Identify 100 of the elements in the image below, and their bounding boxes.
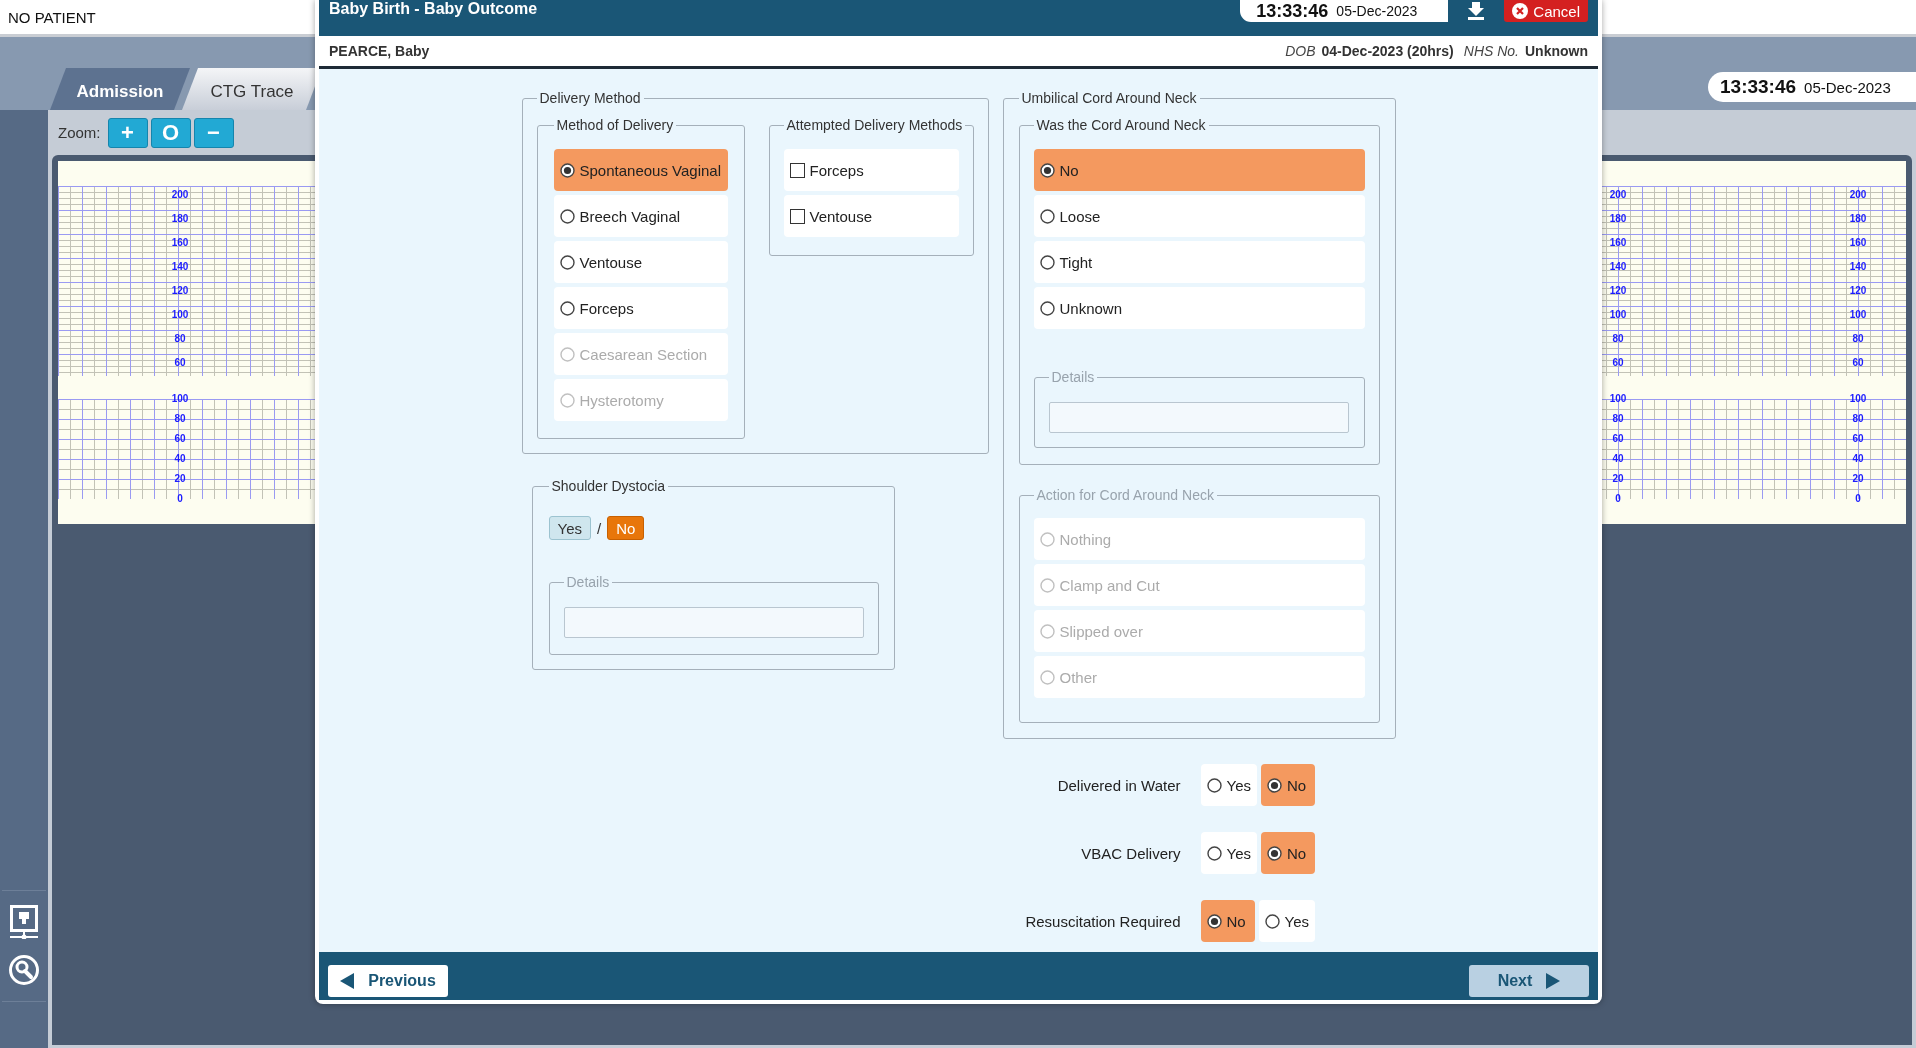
nhs-label: NHS No. xyxy=(1463,43,1519,59)
axis-label: 140 xyxy=(1608,260,1628,274)
radio-option[interactable]: No xyxy=(1261,764,1315,806)
axis-label: 60 xyxy=(1611,432,1625,446)
radio-option[interactable]: Forceps xyxy=(553,287,728,329)
radio-option[interactable]: No xyxy=(1200,900,1255,942)
axis-label: 20 xyxy=(173,472,187,486)
patient-status: NO PATIENT xyxy=(8,8,96,26)
axis-label: 100 xyxy=(1848,392,1868,406)
group-title: Was the Cord Around Neck xyxy=(1035,117,1207,134)
radio-icon xyxy=(559,162,575,178)
axis-label: 0 xyxy=(1614,492,1622,506)
axis-label: 20 xyxy=(1611,472,1625,486)
axis-label: 120 xyxy=(1848,284,1868,298)
axis-label: 80 xyxy=(1851,332,1865,346)
checkbox-option[interactable]: Forceps xyxy=(783,149,959,191)
axis-label: 20 xyxy=(1851,472,1865,486)
close-icon xyxy=(1512,3,1529,19)
clock-date: 05-Dec-2023 xyxy=(1804,78,1891,96)
radio-option[interactable]: No xyxy=(1261,832,1315,874)
radio-icon xyxy=(1206,845,1222,861)
previous-button[interactable]: Previous xyxy=(328,965,448,997)
axis-label: 180 xyxy=(170,212,190,226)
zoom-label: Zoom: xyxy=(58,124,101,141)
radio-icon xyxy=(559,254,575,270)
cancel-button[interactable]: Cancel xyxy=(1504,0,1588,22)
radio-option[interactable]: Yes xyxy=(1200,764,1257,806)
axis-label: 80 xyxy=(1611,332,1625,346)
radio-option[interactable]: Unknown xyxy=(1033,287,1365,329)
radio-option[interactable]: No xyxy=(1033,149,1365,191)
tab[interactable]: Admission xyxy=(50,68,190,110)
toggle-option[interactable]: Yes xyxy=(548,516,591,540)
radio-icon xyxy=(559,208,575,224)
radio-option[interactable]: Tight xyxy=(1033,241,1365,283)
axis-label: 180 xyxy=(1848,212,1868,226)
group-title: Attempted Delivery Methods xyxy=(785,117,964,134)
monitor-icon[interactable] xyxy=(7,905,41,939)
radio-icon xyxy=(1267,845,1282,861)
axis-label: 100 xyxy=(1608,308,1628,322)
axis-label: 60 xyxy=(173,432,187,446)
clock-date: 05-Dec-2023 xyxy=(1336,3,1418,19)
clock-time: 13:33:46 xyxy=(1256,0,1329,22)
axis-label: 160 xyxy=(170,236,190,250)
checkbox-icon xyxy=(789,162,805,178)
axis-label: 60 xyxy=(1851,432,1865,446)
axis-label: 80 xyxy=(173,332,187,346)
radio-icon xyxy=(1039,669,1055,685)
axis-label: 160 xyxy=(1848,236,1868,250)
radio-icon xyxy=(559,392,575,408)
axis-label: 80 xyxy=(1851,412,1865,426)
axis-label: 100 xyxy=(170,308,190,322)
radio-option[interactable]: Spontaneous Vaginal xyxy=(553,149,728,191)
radio-icon xyxy=(1039,623,1055,639)
axis-label: 100 xyxy=(170,392,190,406)
radio-icon xyxy=(1039,577,1055,593)
radio-option[interactable]: Breech Vaginal xyxy=(553,195,728,237)
axis-label: 80 xyxy=(173,412,187,426)
radio-icon xyxy=(1267,777,1282,793)
nhs-value: Unknown xyxy=(1525,43,1588,59)
axis-label: 60 xyxy=(1851,356,1865,370)
radio-option[interactable]: Yes xyxy=(1258,900,1315,942)
next-button[interactable]: Next xyxy=(1469,965,1589,997)
axis-label: 200 xyxy=(1608,188,1628,202)
radio-icon xyxy=(559,300,575,316)
radio-icon xyxy=(1039,531,1055,547)
axis-label: 120 xyxy=(1608,284,1628,298)
dob-label: DOB xyxy=(1285,43,1316,59)
axis-label: 100 xyxy=(1608,392,1628,406)
axis-label: 40 xyxy=(1611,452,1625,466)
radio-icon xyxy=(1206,913,1222,929)
group-title: Details xyxy=(1050,369,1096,386)
radio-icon xyxy=(1039,208,1055,224)
question-label: VBAC Delivery xyxy=(1080,844,1181,862)
group-title: Umbilical Cord Around Neck xyxy=(1020,90,1198,107)
patient-name: PEARCE, Baby xyxy=(329,43,430,59)
axis-label: 60 xyxy=(173,356,187,370)
group-title: Details xyxy=(565,574,611,591)
separator-text: / xyxy=(597,519,602,537)
axis-label: 100 xyxy=(1848,308,1868,322)
radio-icon xyxy=(1039,254,1055,270)
axis-label: 0 xyxy=(1854,492,1862,506)
group-title: Method of Delivery xyxy=(555,117,675,134)
radio-option[interactable]: Yes xyxy=(1200,832,1257,874)
axis-label: 140 xyxy=(170,260,190,274)
group-title: Shoulder Dystocia xyxy=(550,478,667,495)
axis-label: 180 xyxy=(1608,212,1628,226)
checkbox-icon xyxy=(789,208,805,224)
dialog-title: Baby Birth - Baby Outcome xyxy=(329,0,538,18)
axis-label: 0 xyxy=(176,492,184,506)
left-triangle-icon xyxy=(340,973,355,989)
axis-label: 120 xyxy=(170,284,190,298)
right-triangle-icon xyxy=(1546,973,1561,989)
group-title: Delivery Method xyxy=(538,90,642,107)
checkbox-option[interactable]: Ventouse xyxy=(783,195,959,237)
radio-icon xyxy=(1264,913,1280,929)
radio-option[interactable]: Ventouse xyxy=(553,241,728,283)
radio-option[interactable]: Loose xyxy=(1033,195,1365,237)
axis-label: 200 xyxy=(170,188,190,202)
radio-icon xyxy=(1039,162,1055,178)
axis-label: 40 xyxy=(1851,452,1865,466)
